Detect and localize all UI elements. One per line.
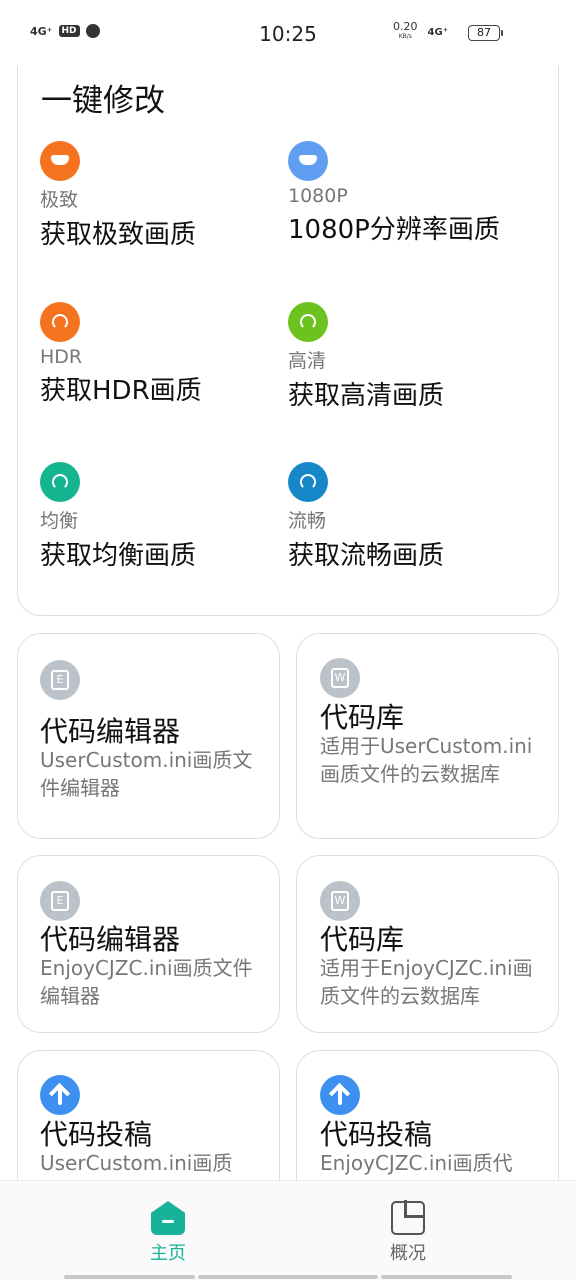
status-right-icons: 0.20 KB/s 4G⁺: [393, 20, 448, 42]
tile-title: 代码投稿: [320, 1118, 433, 1151]
mode-balanced[interactable]: 均衡 获取均衡画质: [40, 462, 280, 572]
tile-description: EnjoyCJZC.ini画质文件编辑器: [40, 956, 253, 1008]
gauge-icon: [288, 302, 328, 342]
mode-sub-label: HDR: [40, 346, 83, 368]
monitor-icon: [40, 141, 80, 181]
upload-arrow-icon: [320, 1075, 360, 1115]
upload-arrow-icon: [40, 1075, 80, 1115]
tile-description: 适用于UserCustom.ini画质文件的云数据库: [320, 734, 533, 786]
code-library-enjoycjzc-card[interactable]: W 代码库 适用于EnjoyCJZC.ini画质文件的云数据库: [296, 855, 559, 1033]
nav-overview[interactable]: 概况: [348, 1200, 468, 1265]
code-library-usercustom-card[interactable]: W 代码库 适用于UserCustom.ini画质文件的云数据库: [296, 633, 559, 839]
gauge-icon: [288, 462, 328, 502]
mode-main-label: 获取HDR画质: [40, 376, 202, 406]
home-icon: [151, 1201, 185, 1235]
nav-overview-label: 概况: [390, 1243, 426, 1264]
tile-description: 适用于EnjoyCJZC.ini画质文件的云数据库: [320, 956, 533, 1008]
tile-description: EnjoyCJZC.ini画质代: [320, 1151, 513, 1175]
status-bar: 4G⁺ HD 10:25 0.20 KB/s 4G⁺ 87: [0, 0, 576, 66]
mode-sub-label: 1080P: [288, 185, 348, 207]
editor-icon: E: [40, 660, 80, 700]
mode-main-label: 获取高清画质: [288, 381, 445, 411]
network-speed: 0.20 KB/s: [393, 20, 418, 40]
mode-smooth[interactable]: 流畅 获取流畅画质: [288, 462, 528, 572]
editor-icon: E: [40, 881, 80, 921]
tile-title: 代码编辑器: [40, 715, 181, 748]
gesture-bar: [198, 1275, 378, 1279]
code-editor-enjoycjzc-card[interactable]: E 代码编辑器 EnjoyCJZC.ini画质文件编辑器: [17, 855, 280, 1033]
library-icon: W: [320, 658, 360, 698]
overview-icon: [391, 1200, 425, 1235]
gesture-bar: [64, 1275, 195, 1279]
signal-icon: 4G⁺: [427, 26, 448, 38]
nav-home[interactable]: 主页: [108, 1201, 228, 1265]
mode-sub-label: 均衡: [40, 510, 79, 532]
mode-main-label: 获取流畅画质: [288, 541, 445, 571]
mode-main-label: 获取极致画质: [40, 220, 197, 250]
monitor-icon: [288, 141, 328, 181]
mode-sub-label: 流畅: [288, 510, 327, 532]
gauge-icon: [40, 462, 80, 502]
tile-description: UserCustom.ini画质文件编辑器: [40, 748, 253, 800]
mode-sub-label: 高清: [288, 350, 327, 372]
code-submit-enjoycjzc-card[interactable]: 代码投稿 EnjoyCJZC.ini画质代: [296, 1050, 559, 1180]
mode-hd[interactable]: 高清 获取高清画质: [288, 302, 528, 412]
library-icon: W: [320, 881, 360, 921]
mode-1080p[interactable]: 1080P 1080P分辨率画质: [288, 141, 528, 246]
code-submit-usercustom-card[interactable]: 代码投稿 UserCustom.ini画质: [17, 1050, 280, 1180]
tile-title: 代码投稿: [40, 1118, 153, 1151]
gauge-icon: [40, 302, 80, 342]
tile-title: 代码库: [320, 701, 405, 734]
main-scroll-area[interactable]: 一键修改 极致 获取极致画质 1080P 1080P分辨率画质 HDR 获取HD…: [0, 0, 576, 1180]
quick-modify-card: 一键修改 极致 获取极致画质 1080P 1080P分辨率画质 HDR 获取HD…: [17, 40, 559, 616]
quick-modify-title: 一键修改: [41, 83, 165, 119]
mode-extreme[interactable]: 极致 获取极致画质: [40, 141, 280, 251]
mode-main-label: 1080P分辨率画质: [288, 215, 500, 245]
code-editor-usercustom-card[interactable]: E 代码编辑器 UserCustom.ini画质文件编辑器: [17, 633, 280, 839]
mode-main-label: 获取均衡画质: [40, 541, 197, 571]
gesture-bar: [381, 1275, 512, 1279]
bottom-navigation: 主页 概况: [0, 1180, 576, 1280]
nav-home-label: 主页: [150, 1243, 186, 1264]
tile-description: UserCustom.ini画质: [40, 1151, 233, 1175]
mode-hdr[interactable]: HDR 获取HDR画质: [40, 302, 280, 407]
tile-title: 代码编辑器: [40, 923, 181, 956]
tile-title: 代码库: [320, 923, 405, 956]
mode-sub-label: 极致: [40, 189, 79, 211]
battery-icon: 87: [468, 25, 503, 41]
